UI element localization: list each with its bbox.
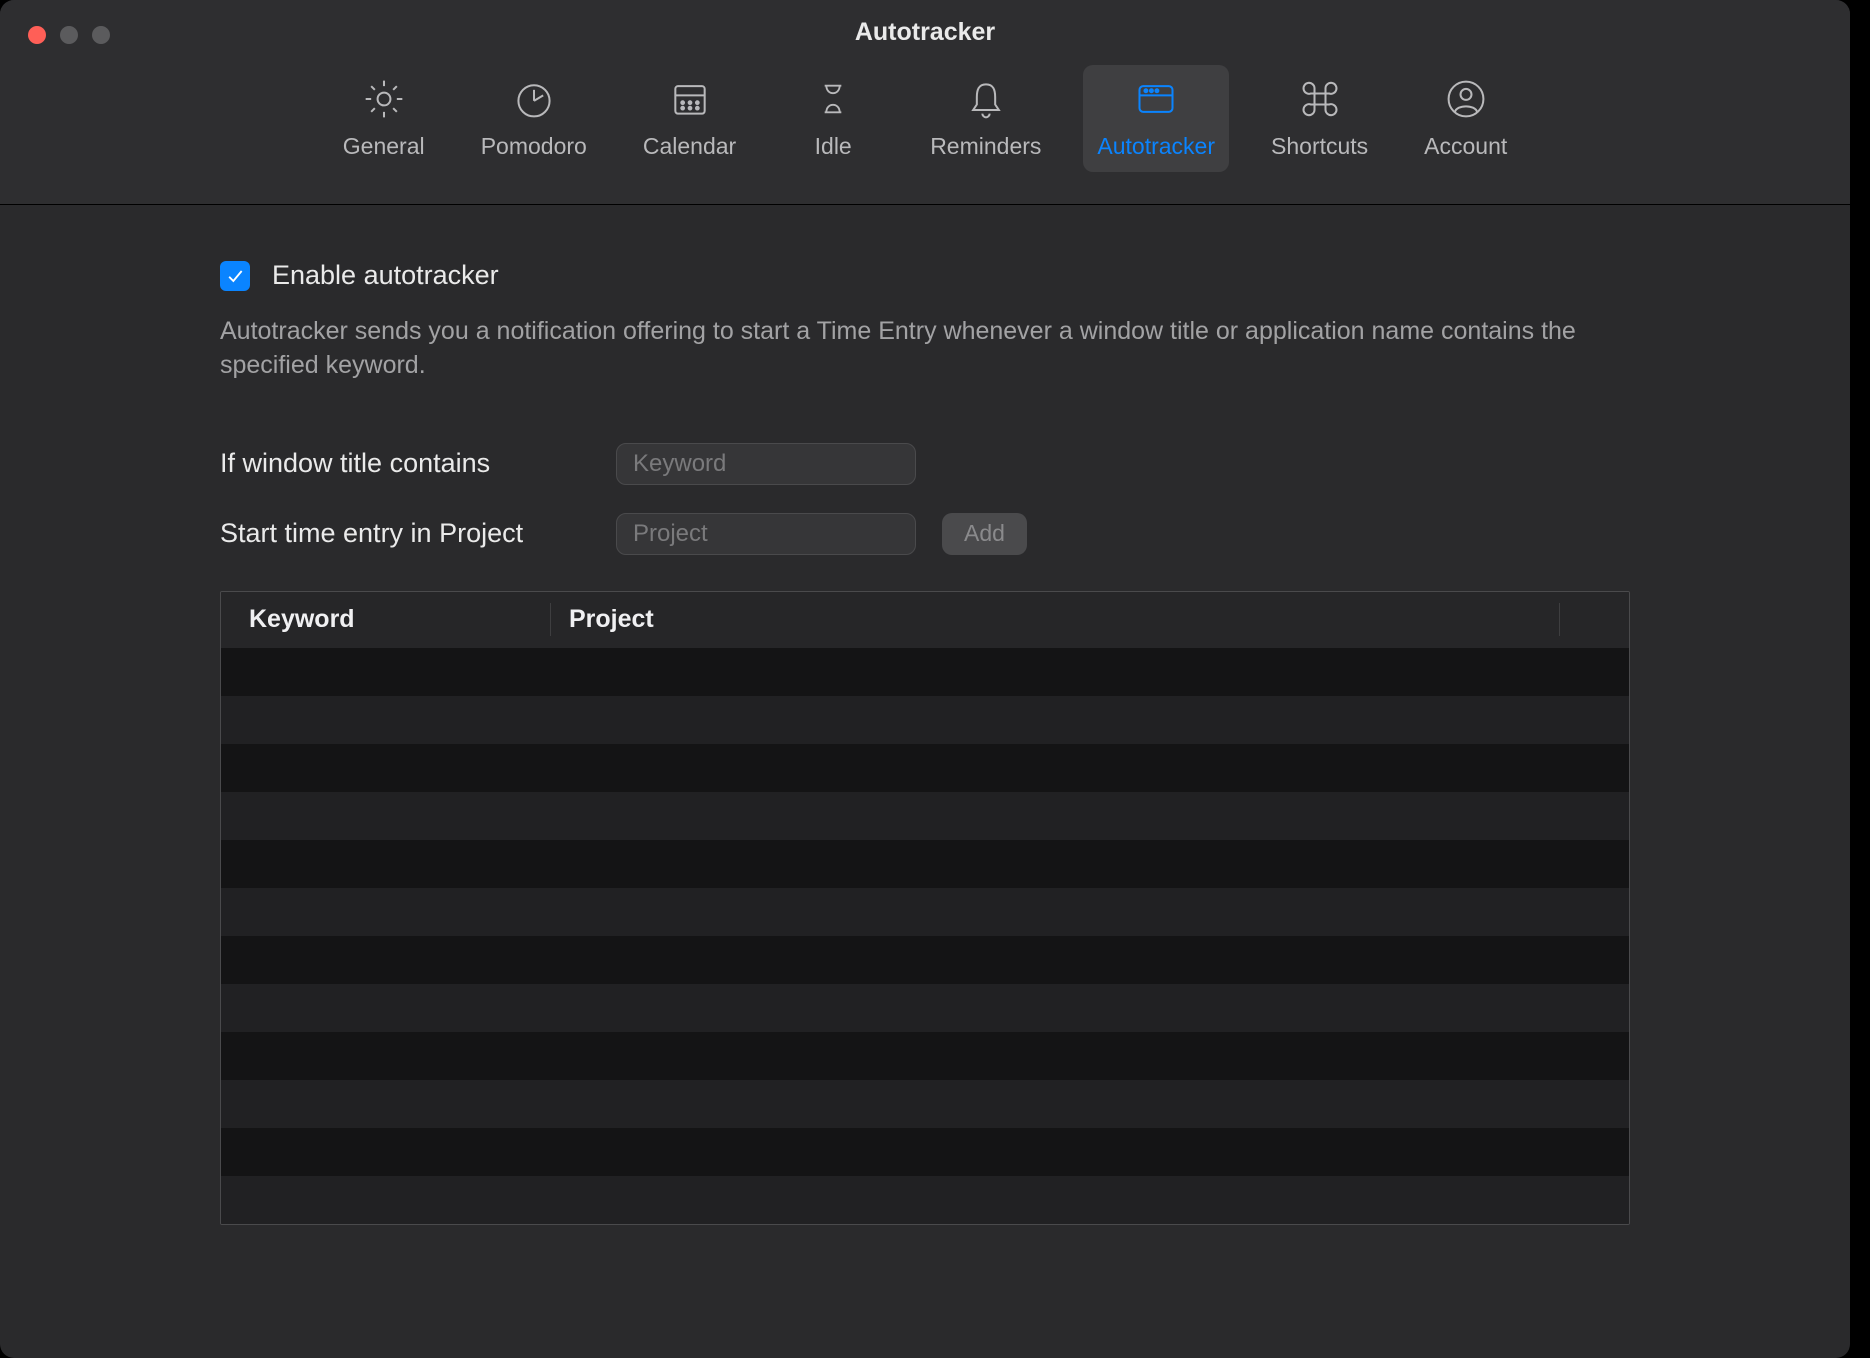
command-icon xyxy=(1296,75,1344,123)
table-row[interactable] xyxy=(221,984,1629,1032)
table-row[interactable] xyxy=(221,696,1629,744)
calendar-icon xyxy=(666,75,714,123)
table-row[interactable] xyxy=(221,792,1629,840)
toolbar-tabs: General Pomodoro xyxy=(0,65,1850,172)
keyword-input[interactable] xyxy=(616,443,916,485)
table-row[interactable] xyxy=(221,888,1629,936)
titlebar: Autotracker General xyxy=(0,0,1850,205)
tab-label: Reminders xyxy=(930,133,1041,160)
project-input[interactable] xyxy=(616,513,916,555)
tab-pomodoro[interactable]: Pomodoro xyxy=(467,65,601,172)
add-button[interactable]: Add xyxy=(942,513,1027,555)
user-icon xyxy=(1442,75,1490,123)
window-title: Autotracker xyxy=(0,18,1850,47)
tab-label: Idle xyxy=(815,133,852,160)
table-row[interactable] xyxy=(221,744,1629,792)
tab-reminders[interactable]: Reminders xyxy=(916,65,1055,172)
enable-autotracker-row: Enable autotracker xyxy=(220,260,1630,291)
tab-label: General xyxy=(343,133,425,160)
timer-icon xyxy=(510,75,558,123)
gear-icon xyxy=(360,75,408,123)
tab-label: Autotracker xyxy=(1097,133,1215,160)
keyword-row: If window title contains xyxy=(220,443,1630,485)
project-row: Start time entry in Project Add xyxy=(220,513,1630,555)
column-header-spacer xyxy=(1559,603,1629,637)
tab-label: Pomodoro xyxy=(481,133,587,160)
column-header-project[interactable]: Project xyxy=(551,603,1559,637)
table-row[interactable] xyxy=(221,1128,1629,1176)
tab-shortcuts[interactable]: Shortcuts xyxy=(1257,65,1382,172)
tab-calendar[interactable]: Calendar xyxy=(629,65,750,172)
table-row[interactable] xyxy=(221,1080,1629,1128)
table-row[interactable] xyxy=(221,936,1629,984)
table-row[interactable] xyxy=(221,648,1629,696)
table-header: Keyword Project xyxy=(221,592,1629,648)
table-row[interactable] xyxy=(221,840,1629,888)
window-icon xyxy=(1132,75,1180,123)
enable-autotracker-label: Enable autotracker xyxy=(272,260,499,291)
column-header-keyword[interactable]: Keyword xyxy=(221,603,551,637)
hourglass-icon xyxy=(809,75,857,123)
table-body xyxy=(221,648,1629,1224)
tab-general[interactable]: General xyxy=(329,65,439,172)
project-label: Start time entry in Project xyxy=(220,518,590,549)
tab-label: Calendar xyxy=(643,133,736,160)
preferences-window: Autotracker General xyxy=(0,0,1850,1358)
tab-account[interactable]: Account xyxy=(1410,65,1521,172)
keyword-label: If window title contains xyxy=(220,448,590,479)
tab-idle[interactable]: Idle xyxy=(778,65,888,172)
table-row[interactable] xyxy=(221,1032,1629,1080)
tab-label: Shortcuts xyxy=(1271,133,1368,160)
rules-table: Keyword Project xyxy=(220,591,1630,1225)
tab-label: Account xyxy=(1424,133,1507,160)
autotracker-description: Autotracker sends you a notification off… xyxy=(220,315,1630,383)
table-row[interactable] xyxy=(221,1176,1629,1224)
enable-autotracker-checkbox[interactable] xyxy=(220,261,250,291)
content-area: Enable autotracker Autotracker sends you… xyxy=(0,205,1850,1265)
bell-icon xyxy=(962,75,1010,123)
tab-autotracker[interactable]: Autotracker xyxy=(1083,65,1229,172)
